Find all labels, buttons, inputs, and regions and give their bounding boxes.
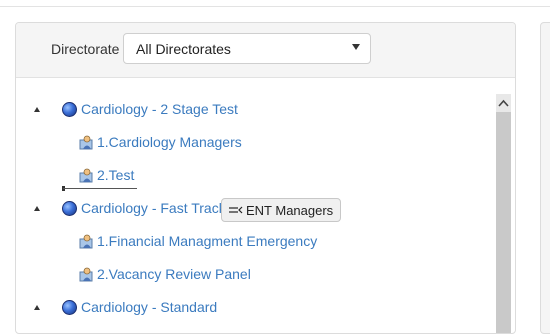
tree-leaf-label: 1.Financial Managment Emergency — [97, 233, 318, 249]
tree-node-cardiology-standard[interactable]: Cardiology - Standard — [62, 296, 217, 318]
tree-leaf-label: 1.Cardiology Managers — [97, 134, 242, 150]
drag-tooltip-label: ENT Managers — [246, 202, 334, 218]
adjacent-panel-edge — [540, 22, 550, 334]
globe-icon — [62, 299, 77, 315]
panel-header: Directorate All Directorates — [16, 23, 515, 78]
tree-node-label: Cardiology - 2 Stage Test — [81, 101, 238, 117]
scrollbar[interactable] — [496, 94, 511, 333]
chevron-up-icon — [498, 99, 509, 107]
tree-leaf-financial-managment-emergency[interactable]: 1.Financial Managment Emergency — [78, 230, 317, 252]
tree-node-label: Cardiology - Standard — [81, 299, 218, 315]
directorate-label: Directorate — [51, 41, 120, 57]
tree-node-cardiology-2-stage-test[interactable]: Cardiology - 2 Stage Test — [62, 98, 238, 120]
expand-toggle-icon[interactable] — [34, 206, 40, 211]
person-icon — [79, 168, 93, 183]
person-icon — [79, 135, 93, 150]
drag-tooltip: ENT Managers — [221, 198, 342, 222]
tree-leaf-label: 2.Vacancy Review Panel — [97, 266, 251, 282]
directorate-select[interactable]: All Directorates — [123, 33, 371, 64]
globe-icon — [62, 101, 77, 117]
tree-node-cardiology-fast-track[interactable]: Cardiology - Fast Track — [62, 197, 226, 219]
directorate-select-value: All Directorates — [136, 41, 231, 57]
tree-node-label: Cardiology - Fast Track — [81, 200, 226, 216]
tree-leaf-label: 2.Test — [97, 167, 135, 183]
drag-insert-icon — [229, 206, 243, 214]
tree-leaf-test[interactable]: 2.Test — [78, 164, 134, 186]
top-border — [0, 0, 550, 7]
tree-leaf-vacancy-review-panel[interactable]: 2.Vacancy Review Panel — [78, 263, 251, 285]
person-icon — [79, 234, 93, 249]
group-tree: Cardiology - 2 Stage Test 1.Cardiology M… — [16, 78, 515, 333]
expand-toggle-icon[interactable] — [34, 305, 40, 310]
directorate-panel: Directorate All Directorates Cardiology … — [15, 22, 516, 334]
caret-down-icon — [352, 44, 360, 50]
globe-icon — [62, 200, 77, 216]
person-icon — [79, 267, 93, 282]
tree-leaf-cardiology-managers[interactable]: 1.Cardiology Managers — [78, 131, 242, 153]
expand-toggle-icon[interactable] — [34, 107, 40, 112]
drop-indicator-line — [63, 188, 137, 189]
scroll-up-button[interactable] — [496, 94, 511, 112]
